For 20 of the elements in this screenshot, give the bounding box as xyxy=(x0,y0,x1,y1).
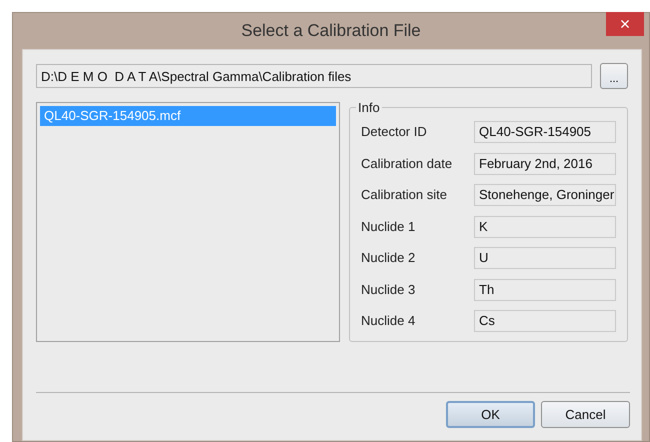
field-label: Nuclide 3 xyxy=(361,280,416,299)
field-label: Nuclide 2 xyxy=(361,249,416,268)
field-label: Calibration date xyxy=(361,154,454,173)
field-label: Detector ID xyxy=(361,123,428,142)
value-field[interactable]: Stonehenge, Groninger xyxy=(474,184,616,206)
ok-button[interactable]: OK xyxy=(446,401,535,428)
value-field[interactable]: February 2nd, 2016 xyxy=(474,152,616,174)
field-label: Nuclide 1 xyxy=(361,218,416,236)
value-field[interactable]: K xyxy=(474,216,616,238)
field-label: Nuclide 4 xyxy=(361,312,416,330)
value-field[interactable]: QL40-SGR-154905 xyxy=(474,121,616,143)
close-button[interactable]: × xyxy=(606,12,644,36)
cancel-button[interactable]: Cancel xyxy=(541,401,630,428)
value-field[interactable]: U xyxy=(474,247,616,269)
window-title: Select a Calibration File xyxy=(241,20,421,42)
field-label: Calibration site xyxy=(361,186,448,204)
value-field[interactable]: Th xyxy=(474,278,616,300)
value-field[interactable]: Cs xyxy=(474,310,616,332)
browse-button[interactable]: ... xyxy=(600,63,628,89)
path-field[interactable]: D:\D E M O D A T A\Spectral Gamma\Calibration files xyxy=(36,64,592,88)
